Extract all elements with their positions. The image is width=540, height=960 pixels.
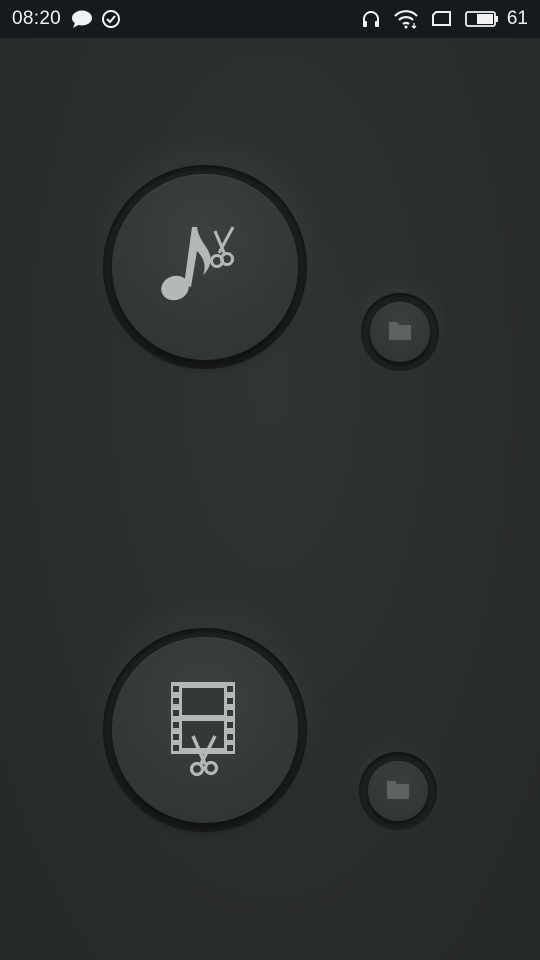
video-cutter-ring — [103, 628, 307, 832]
status-right-group: 61 — [349, 8, 528, 30]
video-cutter-button[interactable] — [112, 637, 298, 823]
music-note-scissors-icon — [155, 215, 255, 320]
battery-icon — [464, 10, 499, 28]
folder-icon — [388, 319, 412, 346]
chat-bubble-icon — [71, 9, 93, 29]
folder-icon — [386, 778, 410, 805]
app-screen: 08:20 61 — [0, 0, 540, 960]
status-time: 08:20 — [12, 8, 62, 29]
audio-folder-button[interactable] — [370, 302, 430, 362]
status-bar: 08:20 61 — [0, 0, 540, 38]
film-strip-scissors-icon — [163, 678, 247, 783]
audio-cutter-button[interactable] — [112, 174, 298, 360]
wifi-icon — [393, 9, 419, 29]
video-folder-ring — [359, 752, 437, 830]
battery-level: 61 — [506, 8, 528, 29]
video-folder-button[interactable] — [368, 761, 428, 821]
audio-cutter-ring — [103, 165, 307, 369]
screen-icon — [431, 10, 453, 28]
check-circle-icon — [101, 9, 121, 29]
headphones-icon — [361, 9, 381, 29]
audio-folder-ring — [361, 293, 439, 371]
